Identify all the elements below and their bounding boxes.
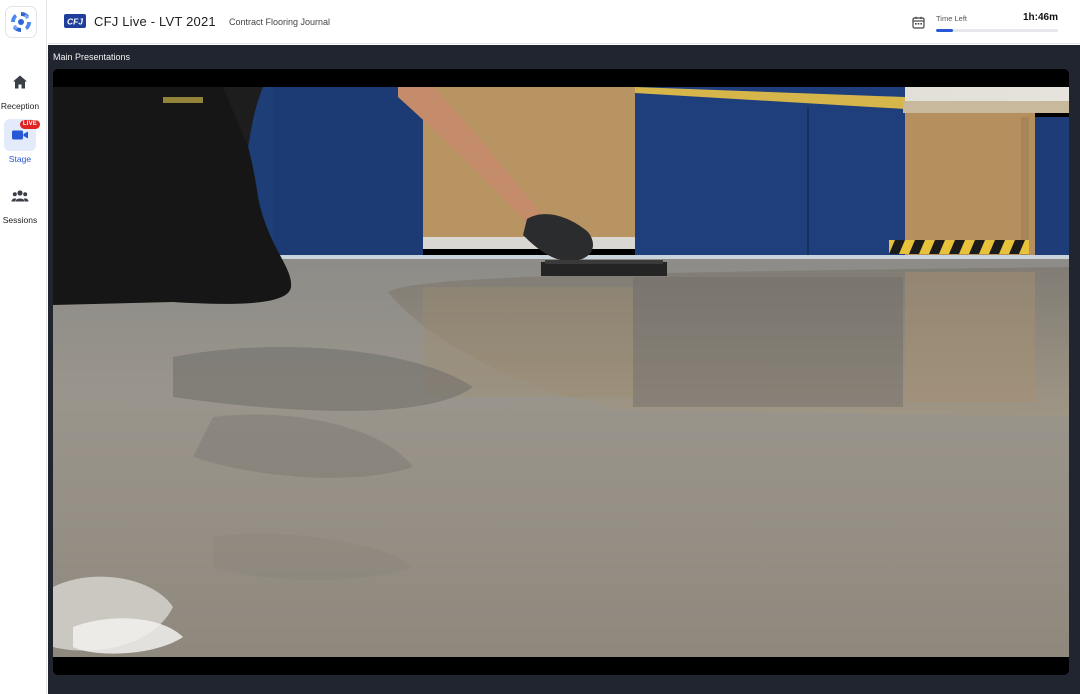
people-group-icon [11, 190, 29, 202]
live-badge: LIVE [19, 120, 40, 129]
main-stage: Main Presentations [48, 45, 1080, 694]
time-left-progress-fill [936, 29, 954, 32]
nav-icon-wrap: LIVE [4, 119, 40, 151]
sidebar: Reception LIVE Stage Sessions [0, 0, 47, 694]
organizer-name: Contract Flooring Journal [229, 17, 331, 27]
video-frame [53, 87, 1069, 657]
nav-icon-wrap [4, 180, 36, 212]
time-left-value: 1h:46m [1022, 12, 1058, 23]
video-camera-icon [12, 130, 28, 140]
time-left-label: Time Left [936, 14, 967, 23]
sidebar-item-label: Sessions [2, 215, 38, 225]
app-logo[interactable] [5, 6, 37, 38]
section-title: Main Presentations [53, 52, 131, 62]
swirl-logo-icon [11, 12, 31, 32]
app-root: Reception LIVE Stage Sessions CFJ CFJ Li… [0, 0, 1080, 694]
nav-icon-wrap [4, 66, 36, 98]
time-left-progress [936, 29, 1058, 32]
svg-text:CFJ: CFJ [67, 17, 83, 27]
calendar-icon[interactable] [912, 16, 925, 29]
sidebar-item-reception[interactable]: Reception [0, 66, 40, 111]
sidebar-item-sessions[interactable]: Sessions [0, 180, 40, 225]
sidebar-item-stage[interactable]: LIVE Stage [0, 119, 40, 164]
sidebar-item-label: Stage [8, 154, 32, 164]
video-player[interactable] [53, 69, 1069, 675]
cfj-logo-icon: CFJ [64, 14, 86, 28]
top-header: CFJ CFJ Live - LVT 2021 Contract Floorin… [48, 0, 1080, 44]
video-still-image [53, 87, 1069, 657]
event-title: CFJ Live - LVT 2021 [94, 14, 216, 29]
sidebar-item-label: Reception [0, 101, 40, 111]
home-icon [13, 75, 27, 89]
